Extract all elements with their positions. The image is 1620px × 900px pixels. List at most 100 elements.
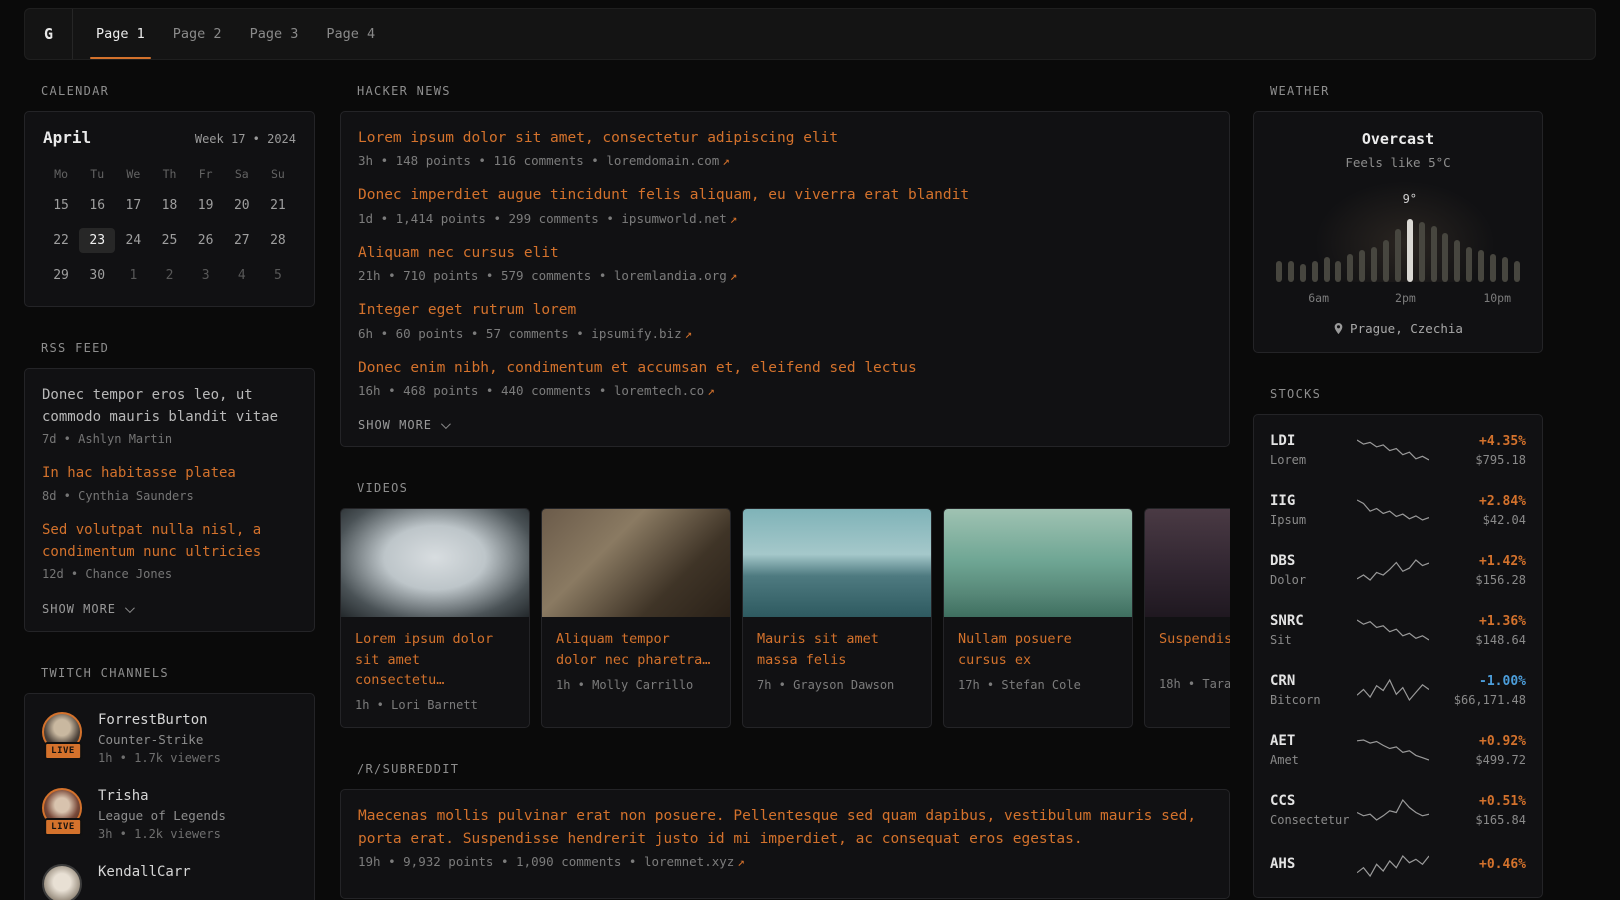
hacker-news-widget-title: HACKER NEWS	[357, 84, 1230, 98]
stock-row[interactable]: AET Amet +0.92% $499.72	[1254, 720, 1542, 780]
rss-item: In hac habitasse platea 8d • Cynthia Sau…	[42, 463, 297, 503]
rss-item-link[interactable]: Sed volutpat nulla nisl, a condimentum n…	[42, 520, 297, 563]
weather-bar	[1478, 250, 1484, 282]
subreddit-widget-title: /R/SUBREDDIT	[357, 762, 1230, 776]
stock-values: -1.00% $66,171.48	[1430, 674, 1526, 707]
post-meta: 19h • 9,932 points • 1,090 comments • lo…	[358, 854, 1212, 869]
video-card[interactable]: Mauris sit amet massa felis 7h • Grayson…	[742, 508, 932, 728]
stock-row[interactable]: CRN Bitcorn -1.00% $66,171.48	[1254, 660, 1542, 720]
stock-change: +4.35%	[1430, 434, 1526, 449]
post-domain-link[interactable]: loremnet.xyz	[644, 854, 734, 869]
stock-symbol: CCS	[1270, 793, 1356, 809]
news-item-link[interactable]: Aliquam nec cursus elit	[358, 242, 1212, 264]
calendar-day: 21	[260, 193, 296, 218]
news-item-link[interactable]: Integer eget rutrum lorem	[358, 299, 1212, 321]
video-card[interactable]: Aliquam tempor dolor nec pharetra… 1h • …	[541, 508, 731, 728]
weather-widget-title: WEATHER	[1270, 84, 1543, 98]
news-item-link[interactable]: Donec enim nibh, condimentum et accumsan…	[358, 357, 1212, 379]
stock-row[interactable]: AHS +0.46%	[1254, 840, 1542, 892]
news-item-domain-link[interactable]: loremlandia.org	[614, 268, 727, 283]
dashboard-columns: CALENDAR April Week 17 • 2024 Mo Tu We T…	[0, 84, 1620, 900]
stock-price: $42.04	[1430, 513, 1526, 527]
avatar: LIVE	[42, 788, 84, 830]
stock-price: $499.72	[1430, 753, 1526, 767]
external-link-icon: ↗	[707, 383, 715, 398]
twitch-widget-title: TWITCH CHANNELS	[41, 666, 315, 680]
weather-bar	[1419, 222, 1425, 282]
center-column: HACKER NEWS Lorem ipsum dolor sit amet, …	[340, 84, 1230, 900]
stock-row[interactable]: LDI Lorem +4.35% $795.18	[1254, 420, 1542, 480]
twitch-channel-row[interactable]: KendallCarr	[42, 864, 297, 900]
weather-bar	[1383, 240, 1389, 282]
video-thumbnail	[944, 509, 1132, 617]
stock-change: +2.84%	[1430, 494, 1526, 509]
post-link[interactable]: Maecenas mollis pulvinar erat non posuer…	[358, 805, 1212, 850]
stock-name: Sit	[1270, 633, 1356, 647]
tab-page-3[interactable]: Page 3	[248, 9, 301, 59]
calendar-day-next-month: 2	[151, 263, 187, 288]
stock-row[interactable]: SNRC Sit +1.36% $148.64	[1254, 600, 1542, 660]
news-item-domain-link[interactable]: loremdomain.com	[606, 153, 719, 168]
news-item-domain-link[interactable]: ipsumworld.net	[621, 211, 726, 226]
calendar-day: 18	[151, 193, 187, 218]
hacker-news-show-more-label: SHOW MORE	[358, 418, 432, 432]
weather-time-label: 10pm	[1483, 291, 1511, 305]
news-item-domain-link[interactable]: ipsumify.biz	[591, 326, 681, 341]
weather-bar	[1371, 247, 1377, 282]
rss-item-link[interactable]: In hac habitasse platea	[42, 463, 297, 485]
rss-widget-title: RSS FEED	[41, 341, 315, 355]
right-column: WEATHER Overcast Feels like 5°C 9° 6am 2…	[1253, 84, 1543, 900]
weather-bar	[1347, 254, 1353, 282]
video-title-link[interactable]: Mauris sit amet massa felis	[757, 629, 917, 670]
video-card[interactable]: Suspendisse diam 18h • Tara	[1144, 508, 1230, 728]
video-card[interactable]: Nullam posuere cursus ex 17h • Stefan Co…	[943, 508, 1133, 728]
weather-condition: Overcast	[1274, 130, 1522, 148]
stock-sparkline	[1356, 853, 1430, 879]
rss-item-link[interactable]: Donec tempor eros leo, ut commodo mauris…	[42, 385, 297, 428]
stock-sparkline	[1356, 437, 1430, 463]
video-title-link[interactable]: Lorem ipsum dolor sit amet consectetu…	[355, 629, 515, 690]
stock-symbol: IIG	[1270, 493, 1356, 509]
hacker-news-show-more-button[interactable]: SHOW MORE	[358, 418, 448, 432]
calendar-day-next-month: 5	[260, 263, 296, 288]
news-item: Lorem ipsum dolor sit amet, consectetur …	[358, 127, 1212, 168]
news-item-link[interactable]: Donec imperdiet augue tincidunt felis al…	[358, 184, 1212, 206]
stocks-widget: STOCKS LDI Lorem +4.35% $795.18	[1253, 387, 1543, 898]
video-info: Nullam posuere cursus ex 17h • Stefan Co…	[944, 617, 1132, 707]
calendar-dow: Mo	[43, 165, 79, 183]
twitch-card: LIVE ForrestBurton Counter-Strike 1h • 1…	[24, 693, 315, 900]
video-title-link[interactable]: Suspendisse diam	[1159, 629, 1230, 669]
tab-page-1[interactable]: Page 1	[94, 9, 147, 59]
weather-bar	[1288, 261, 1294, 282]
twitch-channel-row[interactable]: LIVE ForrestBurton Counter-Strike 1h • 1…	[42, 712, 297, 765]
channel-info: KendallCarr	[98, 864, 191, 880]
news-item-link[interactable]: Lorem ipsum dolor sit amet, consectetur …	[358, 127, 1212, 149]
stock-values: +2.84% $42.04	[1430, 494, 1526, 527]
weather-bar	[1407, 219, 1413, 282]
stock-row[interactable]: CCS Consectetur +0.51% $165.84	[1254, 780, 1542, 840]
stock-change: +0.51%	[1430, 794, 1526, 809]
tab-page-4[interactable]: Page 4	[324, 9, 377, 59]
calendar-day-selected: 23	[79, 228, 115, 253]
stock-values: +0.92% $499.72	[1430, 734, 1526, 767]
weather-bar	[1514, 261, 1520, 282]
app-logo[interactable]: G	[25, 9, 73, 59]
calendar-dow: Th	[151, 165, 187, 183]
video-meta: 1h • Molly Carrillo	[556, 678, 716, 692]
rss-show-more-button[interactable]: SHOW MORE	[42, 602, 132, 616]
video-title-link[interactable]: Aliquam tempor dolor nec pharetra…	[556, 629, 716, 670]
avatar	[42, 864, 84, 900]
calendar-day: 20	[224, 193, 260, 218]
stock-row[interactable]: DBS Dolor +1.42% $156.28	[1254, 540, 1542, 600]
rss-item-meta: 8d • Cynthia Saunders	[42, 489, 297, 503]
news-item-domain-link[interactable]: loremtech.co	[614, 383, 704, 398]
weather-bar	[1454, 240, 1460, 282]
news-item-meta: 1d • 1,414 points • 299 comments • ipsum…	[358, 211, 1212, 226]
video-title-link[interactable]: Nullam posuere cursus ex	[958, 629, 1118, 670]
twitch-channel-row[interactable]: LIVE Trisha League of Legends 3h • 1.2k …	[42, 788, 297, 841]
tab-page-2[interactable]: Page 2	[171, 9, 224, 59]
stock-row[interactable]: IIG Ipsum +2.84% $42.04	[1254, 480, 1542, 540]
video-card[interactable]: Lorem ipsum dolor sit amet consectetu… 1…	[340, 508, 530, 728]
external-link-icon: ↗	[685, 326, 693, 341]
news-item-stats: 21h • 710 points • 579 comments •	[358, 268, 614, 283]
